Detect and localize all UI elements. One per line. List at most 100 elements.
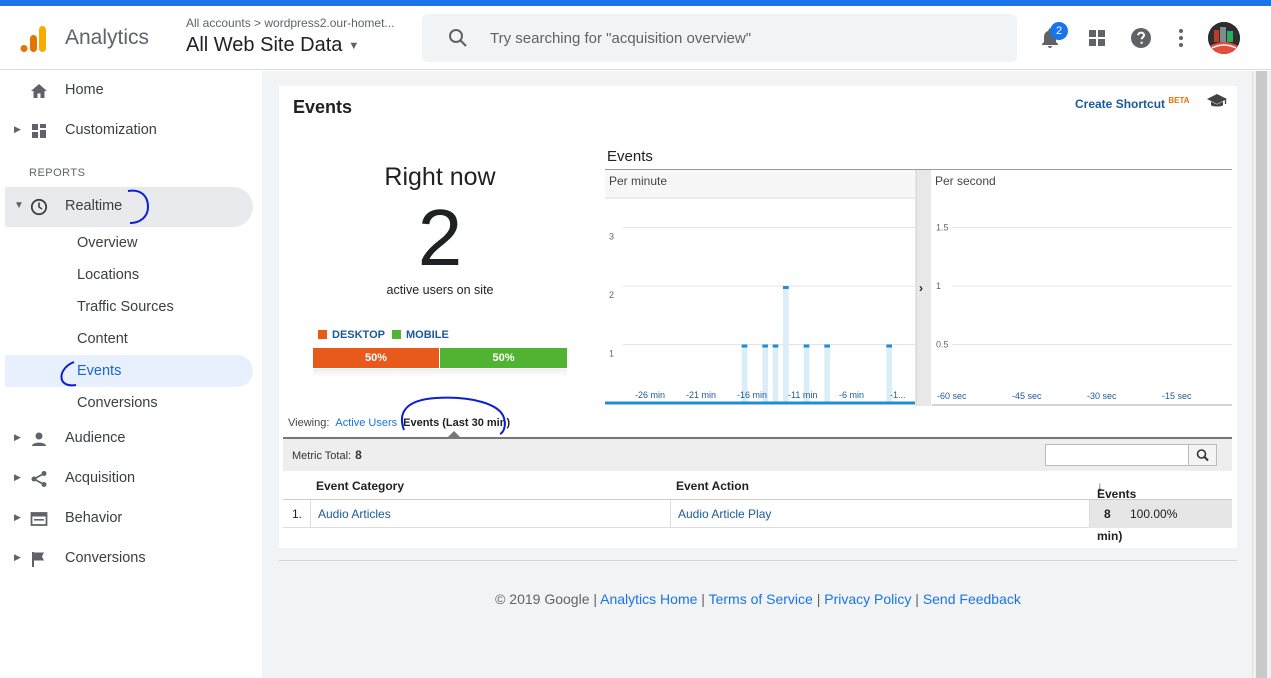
- graduation-cap-icon[interactable]: [1206, 93, 1228, 109]
- sidebar-item-label: Realtime: [65, 198, 123, 214]
- sidebar-subitem-events[interactable]: Events: [77, 363, 121, 379]
- footer-link-terms[interactable]: Terms of Service: [709, 591, 813, 607]
- per-minute-bar-cap: [803, 344, 810, 348]
- footer-link-analytics-home[interactable]: Analytics Home: [600, 591, 697, 607]
- expand-arrow-icon: ▶: [14, 432, 21, 442]
- beta-badge: BETA: [1168, 96, 1190, 105]
- row-index: 1.: [292, 507, 303, 521]
- analytics-logo-icon[interactable]: [18, 24, 48, 54]
- scrollbar-thumb[interactable]: [1256, 71, 1267, 678]
- expand-arrow-icon: ▶: [14, 552, 21, 562]
- clock-icon: [30, 198, 48, 216]
- sidebar-item-conversions[interactable]: ▶ Conversions: [0, 539, 262, 579]
- events-highlight: [5, 355, 253, 387]
- table-search[interactable]: [1045, 444, 1217, 466]
- app-brand[interactable]: Analytics: [65, 26, 149, 50]
- sidebar-item-realtime[interactable]: ▼ Realtime: [0, 187, 262, 227]
- metric-total-value: 8: [355, 448, 362, 462]
- per-second-x-tick: -15 sec: [1162, 391, 1192, 401]
- dashboard-grid-icon: [32, 124, 46, 138]
- per-minute-x-tick: -21 min: [686, 390, 716, 400]
- event-action-link[interactable]: Audio Article Play: [678, 507, 771, 521]
- footer: © 2019 Google | Analytics Home | Terms o…: [279, 591, 1237, 607]
- flag-icon: [32, 552, 44, 567]
- column-event-category[interactable]: Event Category: [316, 479, 404, 493]
- sidebar-item-label: Acquisition: [65, 470, 136, 486]
- user-avatar[interactable]: [1208, 22, 1240, 54]
- search-box[interactable]: [422, 14, 1017, 62]
- home-icon: [31, 84, 47, 98]
- per-minute-y-tick: 2: [609, 290, 614, 300]
- per-second-y-tick: 1.5: [936, 223, 949, 233]
- per-minute-y-tick: 3: [609, 232, 614, 242]
- account-breadcrumb[interactable]: All accounts > wordpress2.our-homet...: [186, 16, 394, 30]
- copyright-text: © 2019 Google: [495, 591, 590, 607]
- device-split-bar: 50% 50%: [313, 348, 567, 368]
- per-minute-bar: [782, 286, 789, 403]
- page-title: Events: [293, 97, 353, 117]
- sidebar-item-behavior[interactable]: ▶ Behavior: [0, 499, 262, 539]
- footer-link-feedback[interactable]: Send Feedback: [923, 591, 1021, 607]
- mobile-swatch: [392, 330, 401, 339]
- per-minute-bar-cap: [772, 344, 779, 348]
- more-vert-icon[interactable]: [1169, 26, 1193, 50]
- per-minute-bar-cap: [886, 344, 893, 348]
- chevron-right-icon: ›: [919, 281, 923, 295]
- tab-active-users[interactable]: Active Users: [335, 417, 397, 429]
- tab-events-last-30[interactable]: Events (Last 30 min): [403, 417, 510, 429]
- page-scrollbar[interactable]: [1252, 71, 1271, 678]
- property-name: All Web Site Data: [186, 34, 343, 56]
- create-shortcut-label: Create Shortcut: [1075, 97, 1166, 111]
- table-search-input[interactable]: [1046, 445, 1188, 465]
- viewing-label: Viewing:: [288, 417, 330, 429]
- create-shortcut-link[interactable]: Create Shortcut BETA: [1075, 96, 1190, 111]
- per-minute-y-tick: 1: [609, 349, 614, 359]
- per-minute-x-tick: -6 min: [839, 390, 864, 400]
- column-event-action[interactable]: Event Action: [676, 479, 749, 493]
- per-minute-x-tick: -26 min: [635, 390, 665, 400]
- table-search-button[interactable]: [1188, 445, 1216, 465]
- per-minute-bar-cap: [824, 344, 831, 348]
- column-events-last-30[interactable]: Events (Last 30 min) ↓: [1097, 479, 1136, 543]
- per-second-x-tick: -45 sec: [1012, 391, 1042, 401]
- active-users-count: 2: [417, 193, 463, 282]
- sidebar-item-label: Conversions: [65, 550, 146, 566]
- table-row: 1. Audio Articles Audio Article Play 8 1…: [283, 500, 1232, 528]
- per-second-x-tick: -30 sec: [1087, 391, 1117, 401]
- per-minute-label: Per minute: [609, 174, 667, 188]
- property-selector[interactable]: All Web Site Data ▼: [186, 34, 359, 57]
- sidebar-subitem-conversions[interactable]: Conversions: [77, 395, 158, 411]
- sidebar-subitem-traffic-sources[interactable]: Traffic Sources: [77, 299, 174, 315]
- events-chart: Per minute 1 2 3 -26 min -21 min -16 min -11 mi…: [605, 170, 1232, 406]
- per-second-label: Per second: [935, 174, 996, 188]
- left-sidebar: Home ▶ Customization REPORTS ▼ Realtime …: [0, 71, 262, 678]
- footer-separator: |: [915, 591, 919, 607]
- sidebar-subitem-locations[interactable]: Locations: [77, 267, 139, 283]
- search-icon: [1196, 449, 1209, 462]
- sidebar-item-label: Audience: [65, 430, 126, 446]
- events-percent-value: 100.00%: [1130, 507, 1178, 521]
- per-minute-x-tick: -16 min: [737, 390, 767, 400]
- expand-arrow-icon: ▶: [14, 472, 21, 482]
- sidebar-item-acquisition[interactable]: ▶ Acquisition: [0, 459, 262, 499]
- cell-divider: [670, 500, 671, 528]
- sidebar-subitem-overview[interactable]: Overview: [77, 235, 137, 251]
- search-input[interactable]: [490, 28, 990, 48]
- per-minute-x-tick: -11 min: [788, 390, 817, 400]
- sidebar-item-audience[interactable]: ▶ Audience: [0, 419, 262, 459]
- per-minute-bar: [824, 344, 831, 403]
- apps-grid-icon[interactable]: [1085, 26, 1109, 50]
- help-icon[interactable]: [1129, 26, 1153, 50]
- sidebar-subitem-content[interactable]: Content: [77, 331, 128, 347]
- desktop-swatch: [318, 330, 327, 339]
- per-second-x-tick: -60 sec: [937, 391, 967, 401]
- sidebar-item-customization[interactable]: ▶ Customization: [0, 111, 262, 151]
- footer-link-privacy[interactable]: Privacy Policy: [824, 591, 911, 607]
- footer-separator: |: [816, 591, 821, 607]
- per-minute-bar-cap: [762, 344, 769, 348]
- desktop-segment: 50%: [313, 348, 440, 368]
- footer-separator: |: [701, 591, 705, 607]
- collapse-arrow-icon: ▼: [14, 200, 24, 211]
- event-category-link[interactable]: Audio Articles: [318, 507, 391, 521]
- sidebar-item-home[interactable]: Home: [0, 71, 262, 111]
